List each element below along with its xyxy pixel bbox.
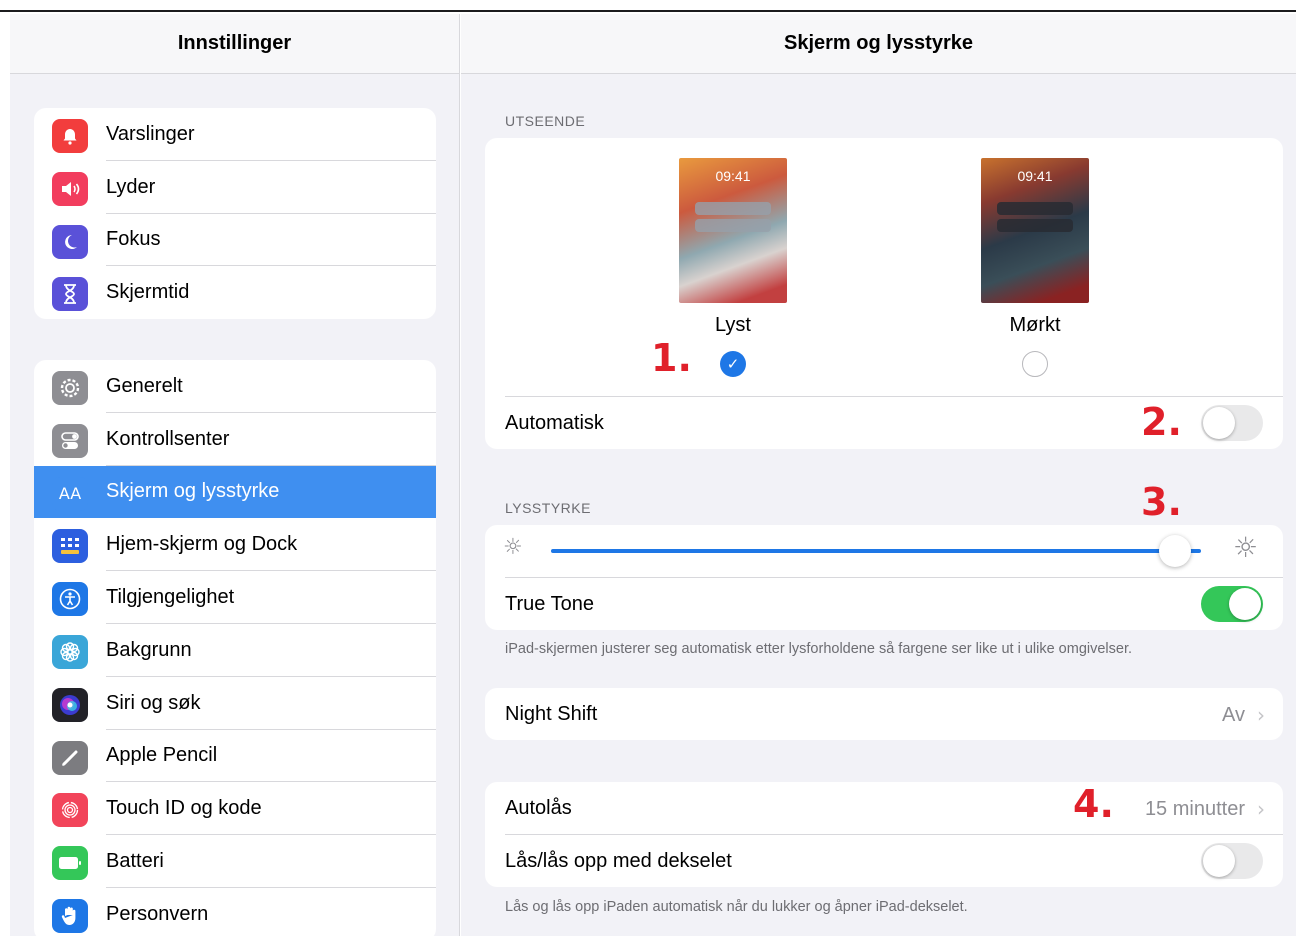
brightness-card: ☼ ☼ True Tone: [485, 525, 1283, 630]
preview-widget: [997, 202, 1073, 215]
annotation-2: 2.: [1141, 400, 1182, 444]
cover-lock-label: Lås/lås opp med dekselet: [505, 849, 732, 872]
chevron-right-icon: ›: [1257, 703, 1265, 727]
cover-lock-toggle[interactable]: [1201, 843, 1263, 879]
sun-large-icon: ☼: [1233, 531, 1259, 564]
dark-mode-preview[interactable]: 09:41: [981, 158, 1089, 303]
night-shift-value: Av: [1222, 704, 1245, 726]
speaker-icon: [52, 171, 88, 206]
sidebar-item-label: Bakgrunn: [106, 638, 192, 661]
toggle-knob: [1203, 845, 1235, 877]
cover-lock-note: Lås og lås opp iPaden automatisk når du …: [505, 899, 968, 915]
preview-widget: [695, 219, 771, 232]
sidebar-item-tilgjengelighet[interactable]: Tilgjengelighet: [34, 571, 436, 624]
battery-icon: [52, 846, 88, 881]
sidebar-item-label: Touch ID og kode: [106, 797, 262, 820]
sidebar-item-label: Skjermtid: [106, 281, 190, 304]
sidebar-title: Innstillinger: [10, 14, 459, 74]
sidebar-item-label: Lyder: [106, 175, 156, 198]
appearance-card: 09:41 Lyst 1. ✓ 09:41 Mørkt Automatisk 2…: [485, 138, 1283, 449]
true-tone-label: True Tone: [505, 592, 594, 615]
checkmark-icon: ✓: [726, 355, 740, 373]
chevron-right-icon: ›: [1257, 797, 1265, 821]
flower-icon: [52, 634, 88, 669]
sidebar-item-label: Personvern: [106, 902, 209, 925]
moon-icon: [52, 224, 88, 259]
light-mode-radio[interactable]: ✓: [720, 351, 746, 377]
true-tone-note: iPad-skjermen justerer seg automatisk et…: [505, 641, 1133, 657]
hourglass-icon: [52, 277, 88, 312]
autolock-label: Autolås: [505, 796, 572, 819]
fingerprint-icon: [52, 793, 88, 828]
preview-widget: [997, 219, 1073, 232]
gear-icon: [52, 371, 88, 405]
grid-icon: [52, 529, 88, 564]
switches-icon: [52, 423, 88, 458]
sidebar-item-label: Varslinger: [106, 122, 195, 145]
sidebar-item-label: Tilgjengelighet: [106, 586, 235, 609]
accessibility-icon: [52, 582, 88, 617]
brightness-slider-track[interactable]: [551, 549, 1201, 553]
light-mode-label: Lyst: [715, 314, 751, 336]
toggle-knob: [1229, 588, 1261, 620]
night-shift-row[interactable]: Night Shift: [485, 688, 1283, 740]
preview-time: 09:41: [715, 168, 751, 184]
preview-widget: [695, 202, 771, 215]
night-shift-label: Night Shift: [505, 702, 598, 725]
sidebar-item-label: Batteri: [106, 850, 164, 873]
sidebar-item-bakgrunn[interactable]: Bakgrunn: [34, 624, 436, 677]
top-border: [0, 0, 1296, 12]
sidebar-item-lyder[interactable]: Lyder: [34, 161, 436, 214]
sidebar-item-generelt[interactable]: Generelt: [34, 360, 436, 413]
sidebar-item-label: Fokus: [106, 228, 161, 251]
sidebar-item-hjem-skjerm[interactable]: Hjem-skjerm og Dock: [34, 518, 436, 572]
annotation-3: 3.: [1141, 480, 1182, 524]
sidebar-group-1: Varslinger Lyder Fokus Skjermtid: [34, 108, 436, 320]
section-label-appearance: UTSEENDE: [505, 113, 586, 129]
hand-icon: [52, 898, 88, 933]
section-label-brightness: LYSSTYRKE: [505, 500, 591, 516]
automatic-toggle[interactable]: [1201, 405, 1263, 441]
night-shift-card[interactable]: Night Shift Av ›: [485, 688, 1283, 740]
dark-mode-radio[interactable]: [1022, 351, 1048, 377]
sidebar-item-siri-og-sok[interactable]: Siri og søk: [34, 677, 436, 730]
bell-icon: [52, 119, 88, 153]
sidebar-item-label: Hjem-skjerm og Dock: [106, 533, 298, 556]
sidebar-item-label: Apple Pencil: [106, 744, 218, 767]
sun-small-icon: ☼: [503, 535, 523, 560]
text-size-icon: AA: [52, 476, 88, 511]
true-tone-row: True Tone: [485, 578, 1283, 630]
automatic-label: Automatisk: [505, 411, 604, 434]
sidebar-item-kontrollsenter[interactable]: Kontrollsenter: [34, 413, 436, 466]
brightness-slider-knob[interactable]: [1159, 535, 1191, 567]
lock-card: Autolås 4. 15 minutter › Lås/lås opp med…: [485, 782, 1283, 887]
true-tone-toggle[interactable]: [1201, 586, 1263, 622]
light-mode-preview[interactable]: 09:41: [679, 158, 787, 303]
sidebar-item-touch-id[interactable]: Touch ID og kode: [34, 782, 436, 836]
main-panel: Skjerm og lysstyrke UTSEENDE 09:41 Lyst …: [461, 14, 1296, 936]
sidebar-group-2: Generelt Kontrollsenter AA Skjerm og lys…: [34, 360, 436, 936]
sidebar-item-skjermtid[interactable]: Skjermtid: [34, 266, 436, 319]
sidebar-item-label: Skjerm og lysstyrke: [106, 480, 280, 503]
sidebar-item-skjerm-og-lysstyrke[interactable]: AA Skjerm og lysstyrke: [34, 465, 436, 519]
pencil-icon: [52, 740, 88, 775]
sidebar-item-varslinger[interactable]: Varslinger: [34, 108, 436, 161]
cover-lock-row: Lås/lås opp med dekselet: [485, 835, 1283, 887]
sidebar-item-label: Siri og søk: [106, 691, 201, 714]
siri-icon: [52, 687, 88, 722]
annotation-1: 1.: [651, 336, 692, 380]
page-title: Skjerm og lysstyrke: [461, 14, 1296, 74]
sidebar-item-fokus[interactable]: Fokus: [34, 214, 436, 267]
annotation-4: 4.: [1073, 782, 1114, 826]
sidebar-item-personvern[interactable]: Personvern: [34, 888, 436, 936]
dark-mode-label: Mørkt: [1009, 314, 1061, 336]
toggle-knob: [1203, 407, 1235, 439]
sidebar-item-apple-pencil[interactable]: Apple Pencil: [34, 730, 436, 783]
sidebar: Innstillinger Varslinger Lyder Fokus Skj…: [10, 14, 460, 936]
sidebar-item-label: Kontrollsenter: [106, 427, 230, 450]
autolock-value: 15 minutter: [1144, 798, 1245, 820]
sidebar-item-batteri[interactable]: Batteri: [34, 835, 436, 888]
sidebar-item-label: Generelt: [106, 374, 183, 397]
preview-time: 09:41: [1017, 168, 1053, 184]
